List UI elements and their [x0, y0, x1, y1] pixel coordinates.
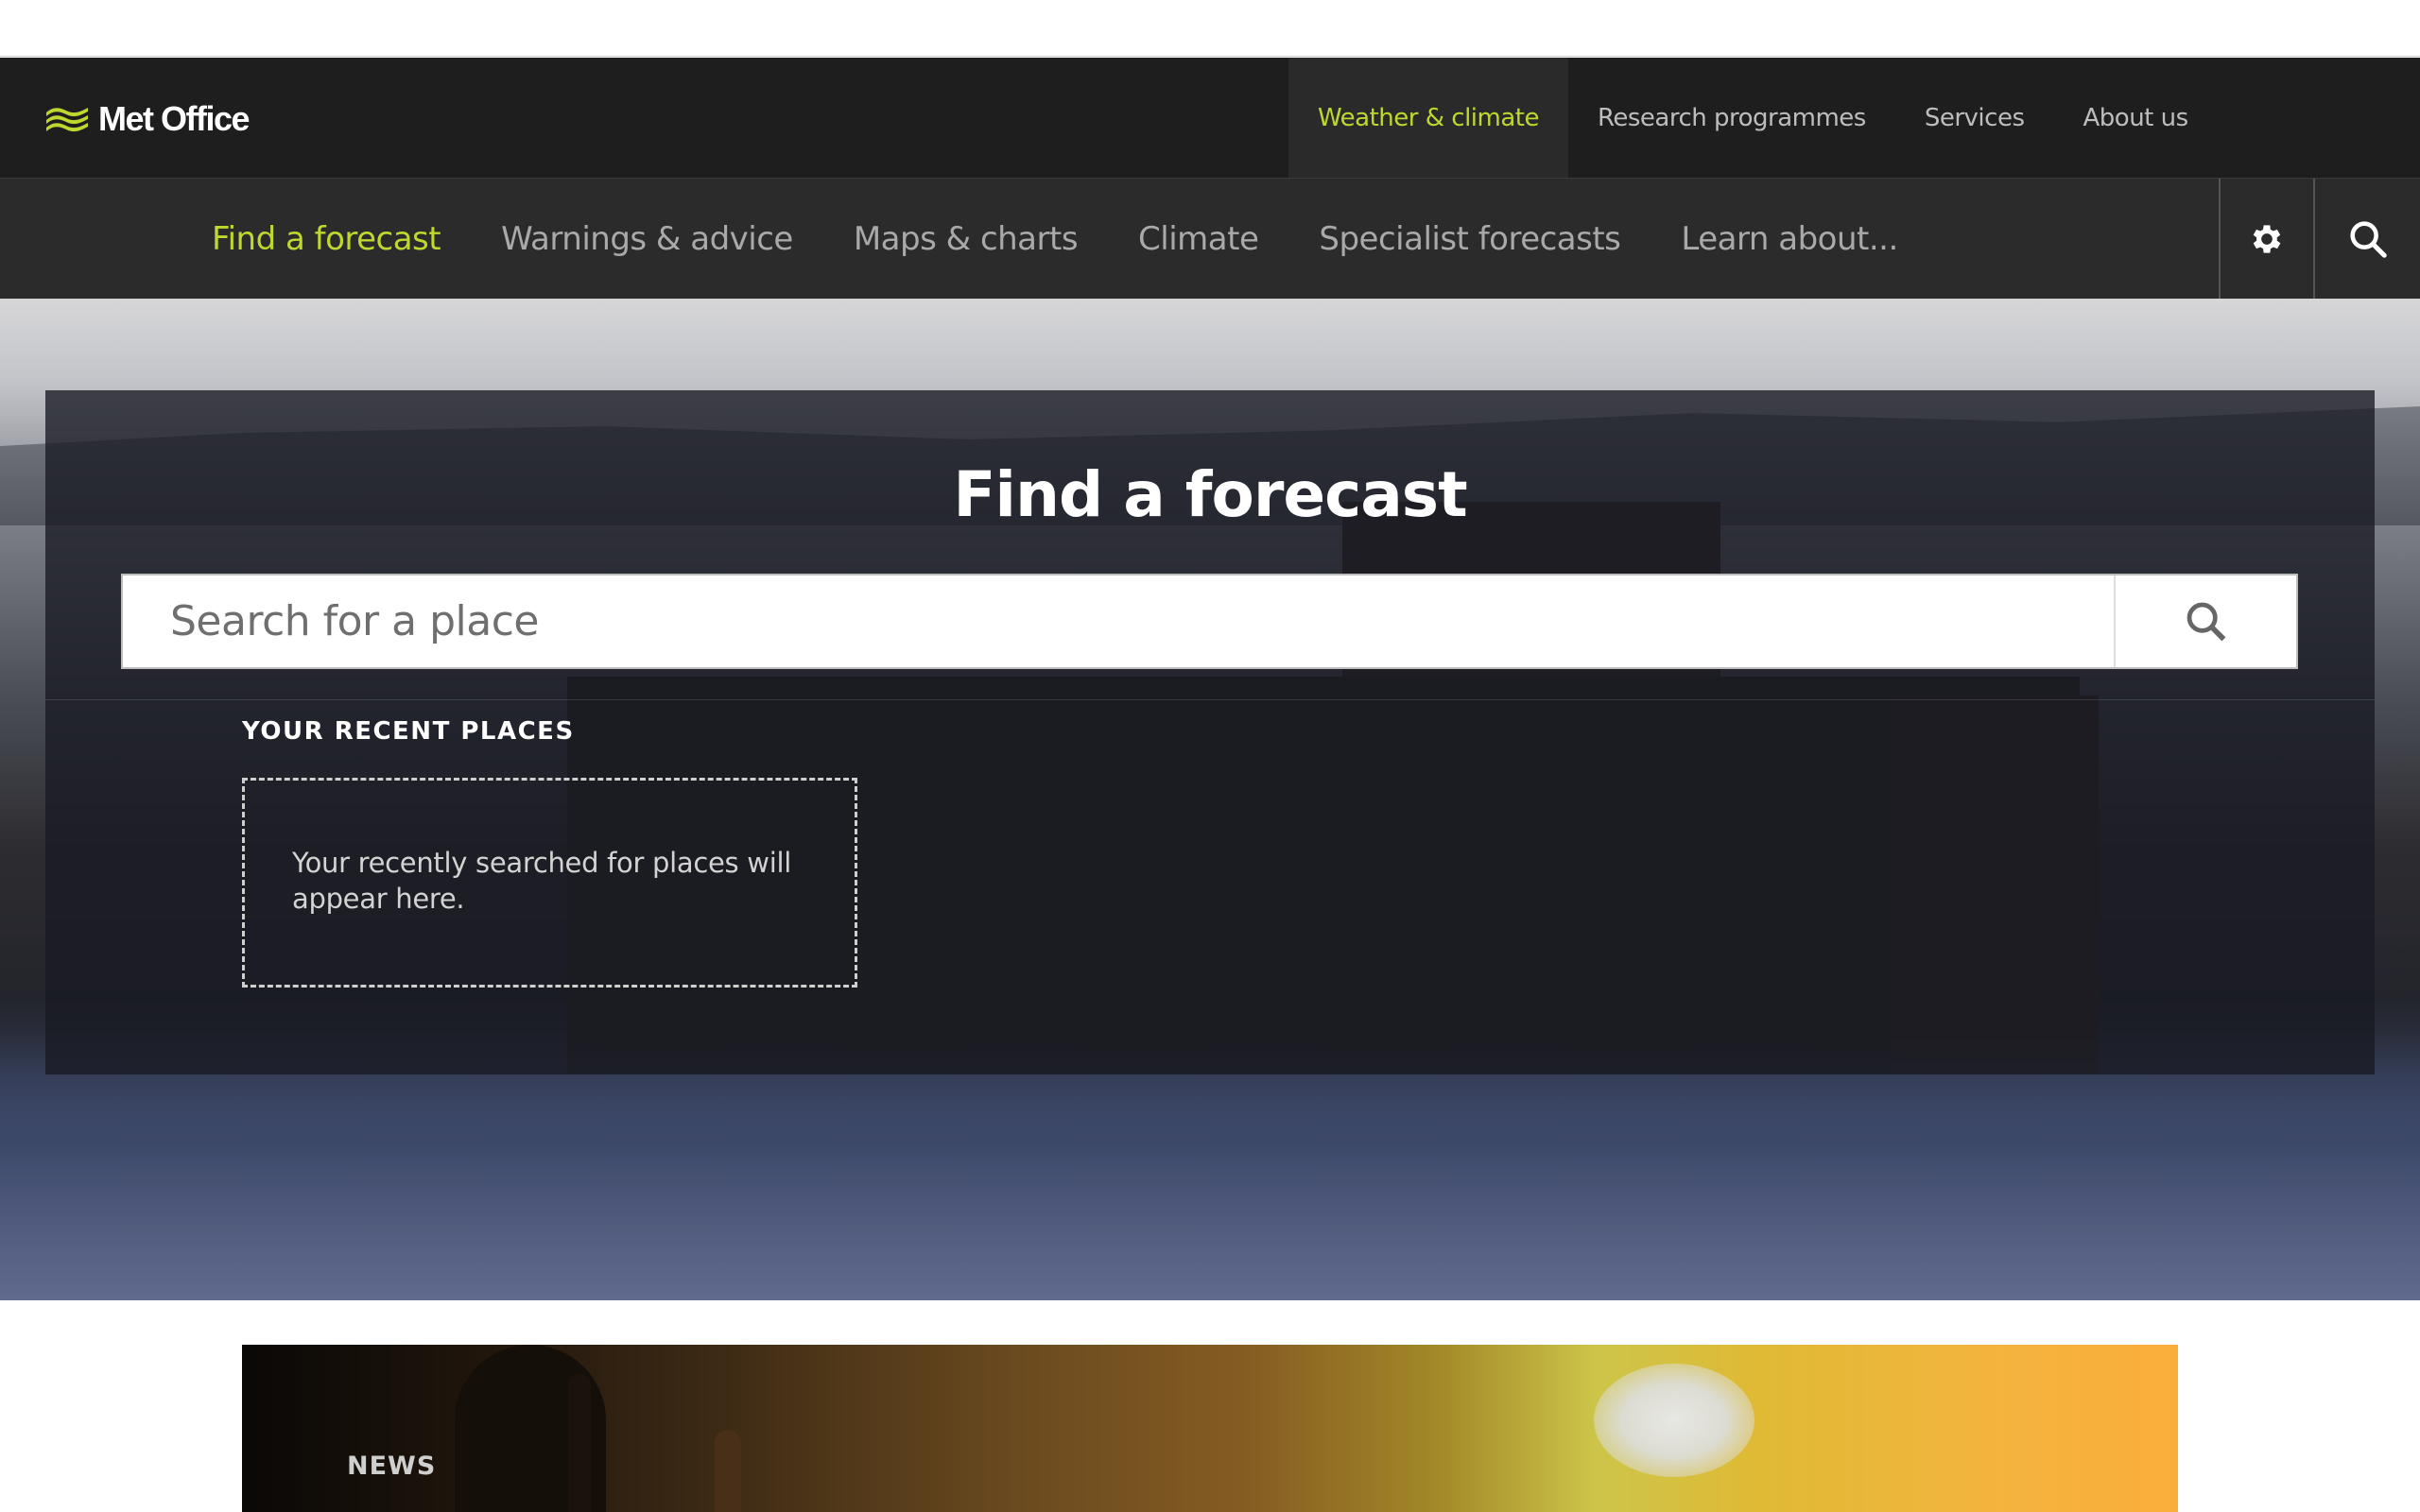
subnav-learn-about[interactable]: Learn about... — [1651, 179, 1927, 299]
nav-weather-climate[interactable]: Weather & climate — [1288, 58, 1568, 178]
header-search-button[interactable] — [2313, 179, 2420, 299]
nav-about-us[interactable]: About us — [2054, 58, 2218, 178]
primary-navigation: Met Office Weather & climate Research pr… — [0, 58, 2420, 178]
subnav-warnings-advice[interactable]: Warnings & advice — [471, 179, 823, 299]
hero-section: Find a forecast YOUR RECENT PLACES Your … — [0, 299, 2420, 1300]
browser-top-strip — [0, 0, 2420, 57]
recent-places-empty-message: Your recently searched for places will a… — [292, 847, 791, 915]
news-banner[interactable]: NEWS — [242, 1345, 2178, 1512]
secondary-nav-links: Find a forecast Warnings & advice Maps &… — [182, 179, 1928, 299]
settings-button[interactable] — [2219, 179, 2313, 299]
search-icon — [2187, 602, 2225, 641]
secondary-navigation: Find a forecast Warnings & advice Maps &… — [0, 178, 2420, 299]
background-sun — [1594, 1364, 1754, 1477]
find-forecast-panel: Find a forecast YOUR RECENT PLACES Your … — [45, 390, 2375, 1074]
recent-places-empty-box: Your recently searched for places will a… — [242, 778, 857, 988]
subnav-climate[interactable]: Climate — [1108, 179, 1288, 299]
panel-divider — [45, 699, 2375, 700]
news-label: NEWS — [347, 1452, 437, 1481]
search-icon — [2349, 220, 2387, 258]
place-search-form — [121, 574, 2298, 669]
nav-services[interactable]: Services — [1895, 58, 2054, 178]
recent-places-heading: YOUR RECENT PLACES — [242, 717, 575, 746]
background-minaret-left — [568, 1373, 591, 1512]
met-office-logo[interactable]: Met Office — [45, 99, 251, 139]
subnav-maps-charts[interactable]: Maps & charts — [823, 179, 1108, 299]
place-search-submit-button[interactable] — [2114, 576, 2296, 667]
subnav-find-a-forecast[interactable]: Find a forecast — [182, 179, 471, 299]
gear-icon — [2253, 224, 2281, 253]
nav-research-programmes[interactable]: Research programmes — [1568, 58, 1895, 178]
place-search-input[interactable] — [123, 576, 2114, 667]
met-office-waves-icon — [46, 108, 88, 132]
background-minaret — [715, 1430, 741, 1512]
primary-nav-links: Weather & climate Research programmes Se… — [1288, 58, 2218, 178]
background-mist — [0, 1036, 2420, 1300]
subnav-specialist-forecasts[interactable]: Specialist forecasts — [1288, 179, 1651, 299]
page-title: Find a forecast — [953, 458, 1467, 531]
brand-name: Met Office — [98, 99, 251, 138]
